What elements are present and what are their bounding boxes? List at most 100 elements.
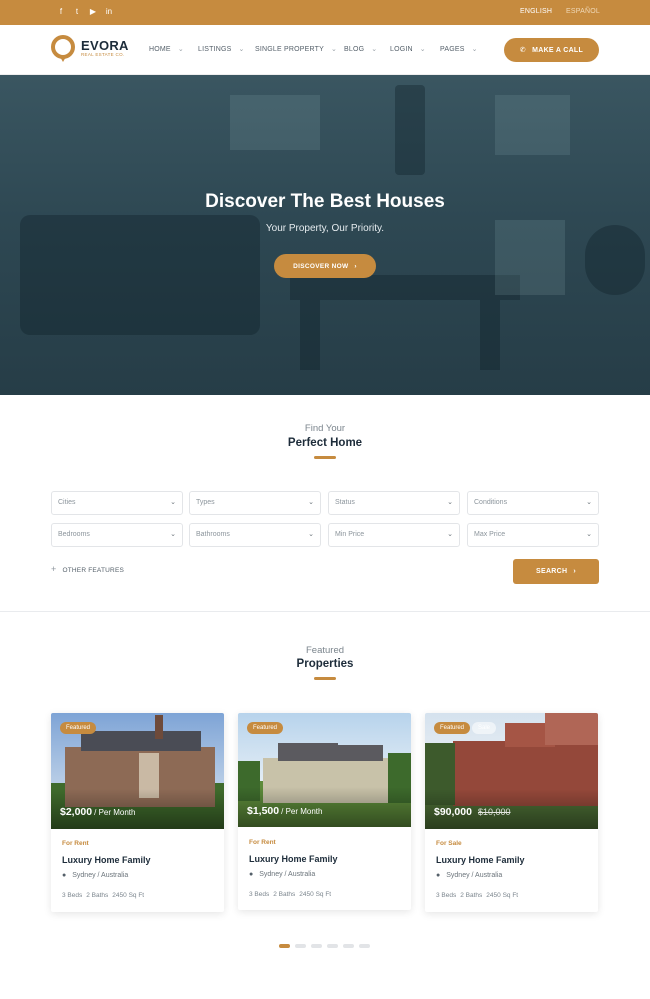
chevron-down-icon: ⌄ [471, 46, 478, 53]
property-title[interactable]: Luxury Home Family [249, 854, 338, 864]
property-title[interactable]: Luxury Home Family [436, 855, 525, 865]
property-status: For Rent [249, 839, 276, 846]
property-status: For Sale [436, 840, 462, 847]
chevron-down-icon: ⌄ [308, 499, 314, 506]
chevron-down-icon: ⌄ [308, 531, 314, 538]
search-subheading: Find Your [304, 423, 346, 434]
nav-item-pages[interactable]: PAGES ⌄ [440, 45, 478, 53]
plus-icon: + [51, 564, 57, 574]
min-price-label: Min Price [335, 531, 365, 538]
cities-label: Cities [58, 499, 76, 506]
search-button[interactable]: SEARCH › [513, 559, 599, 584]
bedrooms-label: Bedrooms [58, 531, 90, 538]
chevron-down-icon: ⌄ [586, 499, 592, 506]
chevron-down-icon: ⌄ [419, 46, 426, 53]
types-label: Types [196, 499, 215, 506]
youtube-icon[interactable]: ▶ [89, 7, 97, 17]
heading-underline [314, 456, 336, 459]
property-card[interactable]: Featured Sale $90,000 $10,000 For Sale Lu… [425, 713, 598, 912]
property-title[interactable]: Luxury Home Family [62, 855, 151, 865]
section-divider [0, 611, 650, 612]
language-english[interactable]: ENGLISH [520, 8, 552, 15]
carousel-dot[interactable] [343, 944, 354, 948]
discover-now-button[interactable]: DISCOVER NOW › [274, 254, 376, 278]
brand-name[interactable]: EVORA [81, 38, 129, 53]
min-price-select[interactable]: Min Price ⌄ [328, 523, 460, 547]
chevron-down-icon: ⌄ [170, 499, 176, 506]
carousel-dot[interactable] [279, 944, 290, 948]
nav-item-login[interactable]: LOGIN ⌄ [390, 45, 426, 53]
property-location: ● Sydney / Australia [436, 872, 503, 879]
featured-badge: Featured [60, 722, 97, 734]
chevron-down-icon: ⌄ [177, 46, 184, 53]
language-espanol[interactable]: ESPAÑOL [566, 8, 600, 15]
chevron-down-icon: ⌄ [371, 46, 378, 53]
location-pin-icon: ● [436, 872, 441, 879]
nav-label: LISTINGS [198, 46, 232, 53]
top-bar: f t ▶ in ENGLISH ESPAÑOL [0, 0, 650, 25]
property-meta: 3 Beds 2 Baths 2450 Sq Ft [249, 891, 332, 898]
cities-select[interactable]: Cities ⌄ [51, 491, 183, 515]
carousel-dot[interactable] [359, 944, 370, 948]
max-price-select[interactable]: Max Price ⌄ [467, 523, 599, 547]
other-features-label: OTHER FEATURES [62, 567, 125, 574]
carousel-dot[interactable] [311, 944, 322, 948]
linkedin-icon[interactable]: in [105, 7, 113, 17]
conditions-select[interactable]: Conditions ⌄ [467, 491, 599, 515]
property-card[interactable]: Featured $1,500/ Per Month For Rent Luxu… [238, 713, 411, 910]
nav-item-home[interactable]: HOME ⌄ [149, 45, 184, 53]
sale-badge: Sale [472, 722, 497, 734]
types-select[interactable]: Types ⌄ [189, 491, 321, 515]
status-select[interactable]: Status ⌄ [328, 491, 460, 515]
search-button-label: SEARCH [536, 568, 568, 575]
nav-label: PAGES [440, 46, 465, 53]
property-location: ● Sydney / Australia [62, 872, 129, 879]
conditions-label: Conditions [474, 499, 508, 506]
nav-item-single-property[interactable]: SINGLE PROPERTY ⌄ [255, 45, 337, 53]
chevron-right-icon: › [573, 568, 576, 575]
chevron-down-icon: ⌄ [447, 499, 453, 506]
carousel-dot[interactable] [327, 944, 338, 948]
phone-icon: ✆ [519, 47, 527, 54]
brand-tagline: REAL ESTATE CO. [81, 52, 125, 57]
chevron-down-icon: ⌄ [170, 531, 176, 538]
featured-heading: Properties [296, 658, 354, 670]
property-price: $90,000 $10,000 [434, 806, 511, 818]
old-price: $10,000 [477, 807, 511, 817]
logo-icon[interactable] [51, 35, 77, 63]
nav-item-listings[interactable]: LISTINGS ⌄ [198, 45, 245, 53]
main-header: EVORA REAL ESTATE CO. HOME ⌄ LISTINGS ⌄ SI… [0, 25, 650, 75]
nav-label: LOGIN [390, 46, 413, 53]
featured-badge: Featured [434, 722, 471, 734]
hero-banner: Discover The Best Houses Your Property, … [0, 75, 650, 395]
heading-underline [314, 677, 336, 680]
make-a-call-label: MAKE A CALL [532, 46, 584, 54]
bathrooms-label: Bathrooms [196, 531, 230, 538]
nav-item-blog[interactable]: BLOG ⌄ [344, 45, 377, 53]
hero-subtitle: Your Property, Our Priority. [265, 223, 385, 234]
make-a-call-button[interactable]: ✆ MAKE A CALL [504, 38, 599, 62]
nav-label: HOME [149, 46, 171, 53]
status-label: Status [335, 499, 355, 506]
hero-title: Discover The Best Houses [205, 191, 445, 212]
bathrooms-select[interactable]: Bathrooms ⌄ [189, 523, 321, 547]
location-pin-icon: ● [62, 872, 67, 879]
property-card[interactable]: Featured $2,000/ Per Month For Rent Luxu… [51, 713, 224, 912]
featured-badge: Featured [247, 722, 284, 734]
carousel-pagination [279, 944, 370, 948]
discover-now-label: DISCOVER NOW [293, 262, 349, 270]
property-location: ● Sydney / Australia [249, 871, 316, 878]
carousel-dot[interactable] [295, 944, 306, 948]
chevron-down-icon: ⌄ [447, 531, 453, 538]
location-pin-icon: ● [249, 871, 254, 878]
search-heading: Perfect Home [287, 437, 363, 449]
featured-subheading: Featured [305, 645, 345, 656]
facebook-icon[interactable]: f [57, 7, 65, 17]
property-status: For Rent [62, 840, 89, 847]
twitter-icon[interactable]: t [73, 7, 81, 17]
chevron-right-icon: › [354, 262, 357, 270]
property-price: $1,500/ Per Month [247, 805, 323, 817]
other-features-toggle[interactable]: + OTHER FEATURES [51, 564, 124, 574]
bedrooms-select[interactable]: Bedrooms ⌄ [51, 523, 183, 547]
chevron-down-icon: ⌄ [586, 531, 592, 538]
